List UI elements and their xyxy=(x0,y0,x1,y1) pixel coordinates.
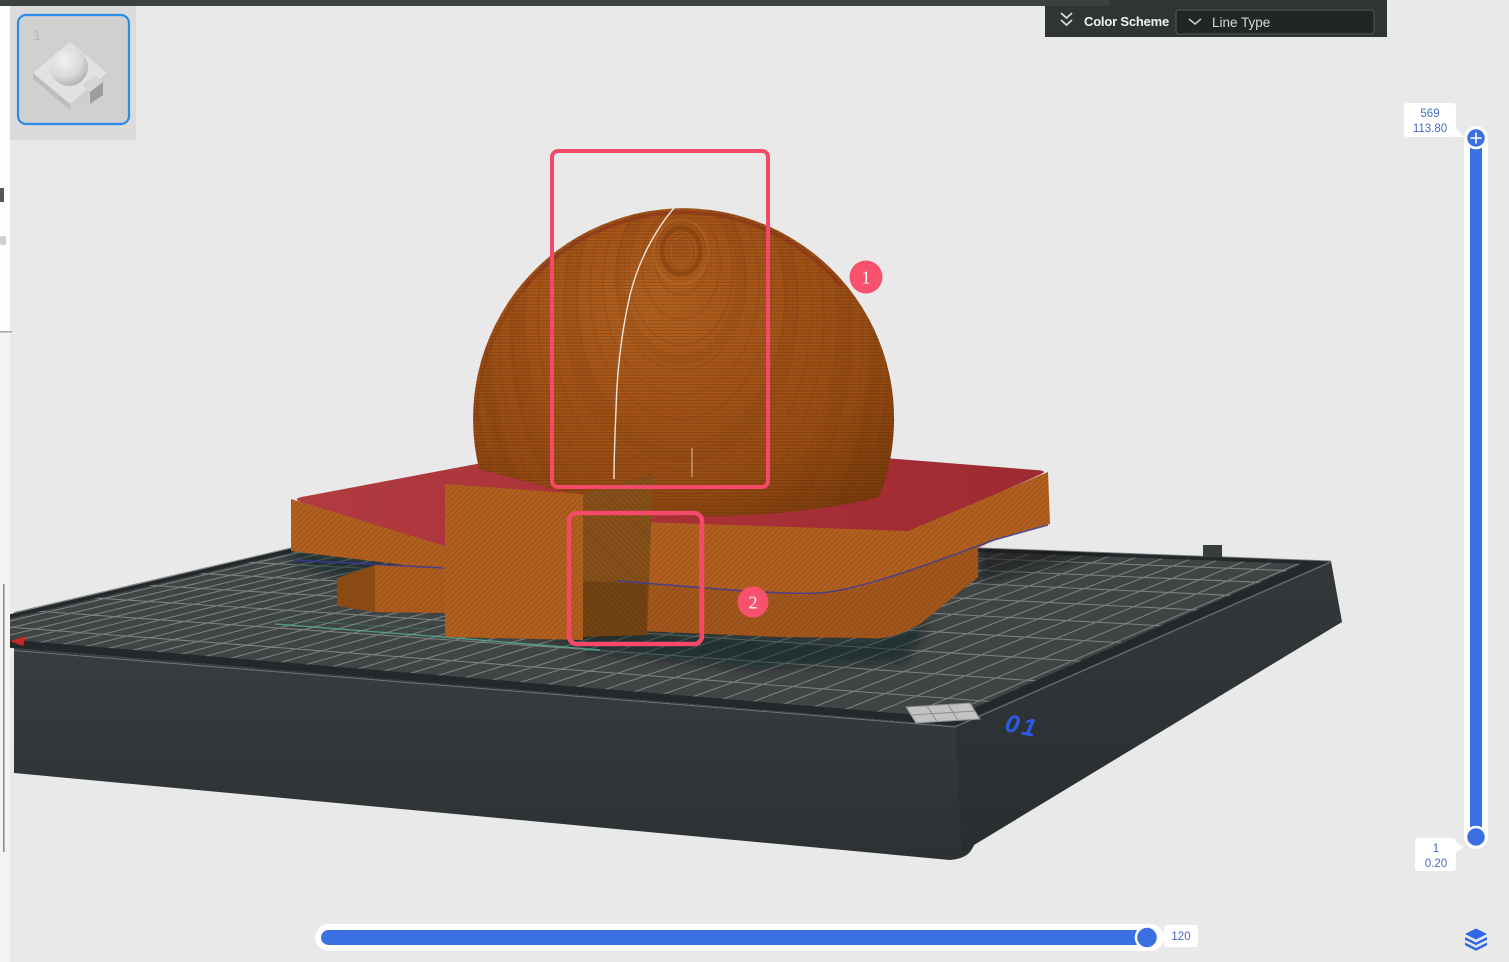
svg-text:113.80: 113.80 xyxy=(1413,123,1447,135)
svg-text:1: 1 xyxy=(862,268,871,288)
svg-text:120: 120 xyxy=(1171,931,1190,943)
svg-text:Color Scheme: Color Scheme xyxy=(1084,14,1169,29)
svg-text:2: 2 xyxy=(749,593,758,613)
svg-text:Line Type: Line Type xyxy=(1212,15,1270,30)
svg-text:569: 569 xyxy=(1420,108,1439,120)
svg-text:0.20: 0.20 xyxy=(1425,858,1447,870)
svg-text:1: 1 xyxy=(1433,843,1439,855)
svg-text:1: 1 xyxy=(33,27,41,44)
